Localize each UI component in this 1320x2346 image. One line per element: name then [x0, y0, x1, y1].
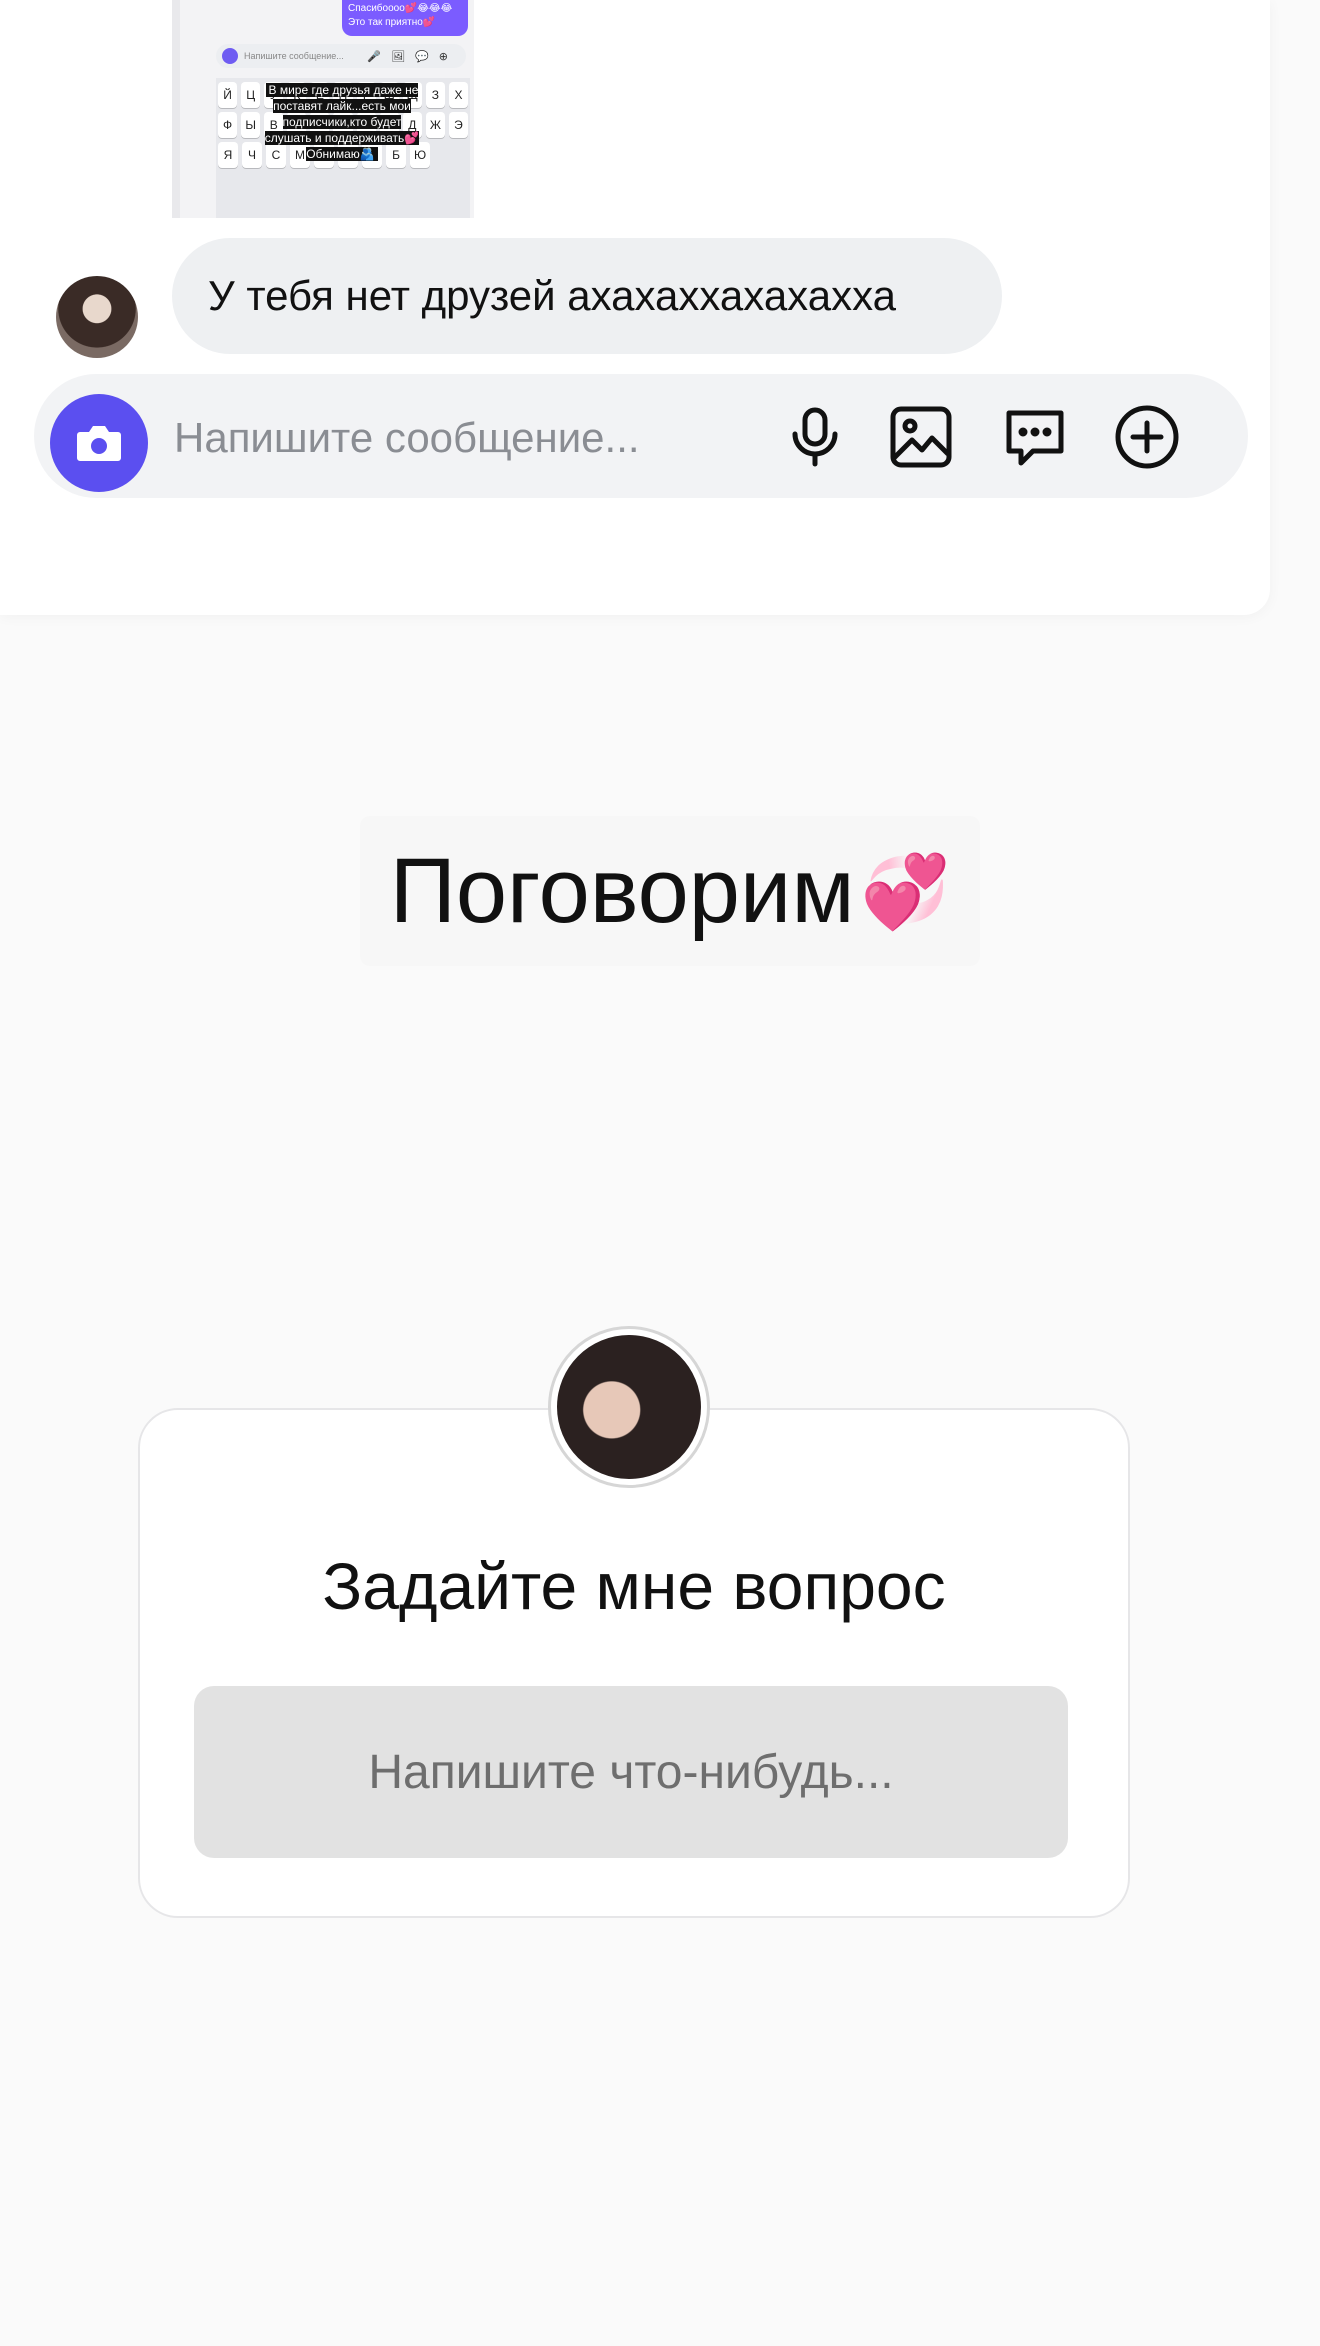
message-composer: Напишите сообщение...	[34, 374, 1248, 498]
add-button[interactable]	[1114, 404, 1180, 470]
camera-icon	[77, 426, 121, 461]
keyboard-key: Я	[218, 142, 238, 168]
camera-button[interactable]	[50, 394, 148, 492]
microphone-icon	[792, 407, 838, 467]
message-input[interactable]: Напишите сообщение...	[174, 414, 640, 462]
embedded-composer: Напишите сообщение... 🎤🖼💬⊕	[216, 44, 466, 68]
keyboard-key: Ц	[241, 82, 261, 108]
keyboard-key: Ч	[242, 142, 262, 168]
chat-card: Спасибоооо💕😂😂😂 Это так приятно💕 Напишите…	[0, 0, 1270, 615]
embedded-camera-icon	[222, 48, 238, 64]
question-avatar	[548, 1326, 710, 1488]
embedded-placeholder: Напишите сообщение...	[244, 51, 344, 61]
embedded-overlay-text: В мире где друзья даже не поставят лайк.…	[264, 83, 420, 161]
chat-dots-icon	[1006, 410, 1064, 466]
keyboard-key: Й	[218, 82, 238, 108]
message-bubble: У тебя нет друзей ахахаххахахахха	[172, 238, 1002, 354]
question-input[interactable]: Напишите что-нибудь...	[194, 1686, 1068, 1858]
keyboard-key: Х	[448, 82, 469, 108]
question-title: Задайте мне вопрос	[322, 1549, 946, 1623]
microphone-button[interactable]	[782, 404, 848, 470]
embedded-screenshot: Спасибоооо💕😂😂😂 Это так приятно💕 Напишите…	[172, 0, 474, 218]
plus-circle-icon	[1115, 405, 1179, 469]
embedded-composer-icons: 🎤🖼💬⊕	[367, 50, 458, 63]
keyboard-key: Ы	[241, 112, 261, 138]
keyboard-key: Ж	[425, 112, 445, 138]
hearts-emoji: 💞	[860, 851, 951, 932]
keyboard-key: Ф	[218, 112, 238, 138]
embedded-message-bubble: Спасибоооо💕😂😂😂 Это так приятно💕	[342, 0, 468, 36]
chat-button[interactable]	[1002, 404, 1068, 470]
image-button[interactable]	[888, 404, 954, 470]
story-title-text: Поговорим	[389, 839, 855, 942]
image-icon	[890, 406, 952, 468]
story-title: Поговорим 💞	[360, 816, 980, 966]
avatar[interactable]	[56, 276, 138, 358]
keyboard-key: Э	[448, 112, 469, 138]
keyboard-key: З	[425, 82, 445, 108]
